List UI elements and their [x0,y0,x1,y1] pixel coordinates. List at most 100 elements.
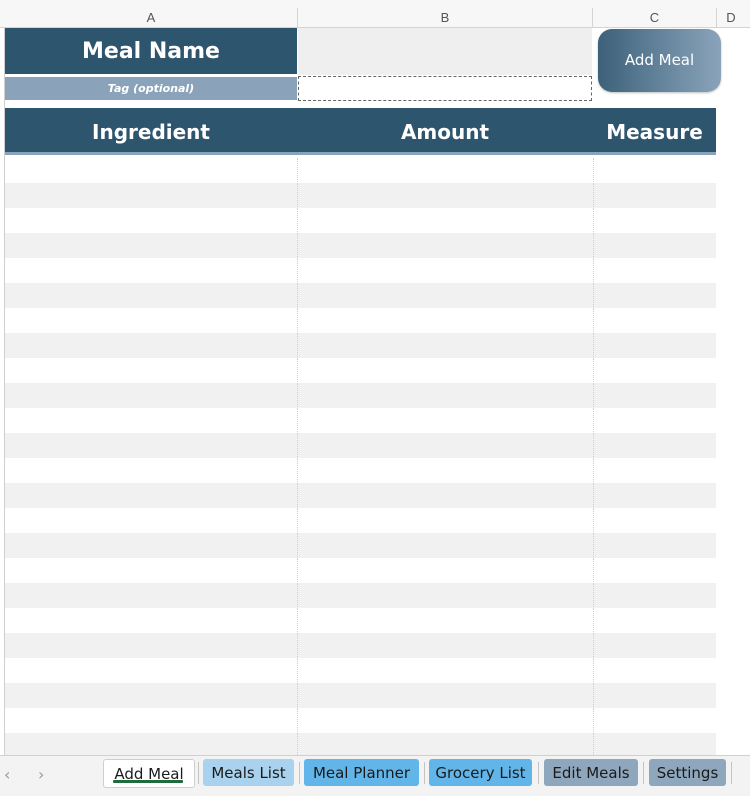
ingredient-cell[interactable] [5,283,297,308]
measure-cell[interactable] [593,733,716,755]
amount-cell[interactable] [297,433,594,459]
ingredient-cell[interactable] [5,158,297,183]
amount-cell[interactable] [297,633,594,659]
amount-cell[interactable] [297,733,594,755]
ingredient-cell[interactable] [5,258,297,283]
amount-cell[interactable] [297,508,594,534]
measure-cell[interactable] [593,608,716,634]
ingredient-cell[interactable] [5,683,297,708]
scroll-tabs-left-icon[interactable]: ‹ [4,765,10,784]
amount-cell[interactable] [297,458,594,484]
measure-cell[interactable] [593,233,716,259]
amount-cell[interactable] [297,408,594,434]
tab-edit-meals[interactable]: Edit Meals [544,759,638,786]
scroll-tabs-right-icon[interactable]: › [38,765,44,784]
tag-input[interactable] [298,76,592,101]
ingredient-cell[interactable] [5,408,297,433]
ingredient-cell[interactable] [5,208,297,233]
amount-cell[interactable] [297,183,594,209]
ingredient-cell[interactable] [5,708,297,733]
ingredient-cell[interactable] [5,383,297,408]
ingredient-cell[interactable] [5,583,297,608]
ingredient-cell[interactable] [5,558,297,583]
ingredient-row [5,308,716,334]
ingredient-cell[interactable] [5,658,297,683]
ingredient-row [5,508,716,534]
meal-name-input[interactable] [298,28,592,75]
measure-cell[interactable] [593,158,716,184]
amount-cell[interactable] [297,608,594,634]
measure-cell[interactable] [593,583,716,609]
measure-cell[interactable] [593,333,716,359]
add-meal-button[interactable]: Add Meal [598,29,721,92]
ingredient-cell[interactable] [5,358,297,383]
amount-cell[interactable] [297,358,594,384]
amount-cell[interactable] [297,583,594,609]
measure-cell[interactable] [593,558,716,584]
measure-cell[interactable] [593,283,716,309]
amount-cell[interactable] [297,308,594,334]
ingredient-cell[interactable] [5,308,297,333]
measure-cell[interactable] [593,533,716,559]
ingredient-cell[interactable] [5,333,297,358]
measure-cell[interactable] [593,383,716,409]
tab-add-meal[interactable]: Add Meal [103,759,195,788]
measure-cell[interactable] [593,408,716,434]
measure-cell[interactable] [593,258,716,284]
amount-cell[interactable] [297,658,594,684]
amount-cell[interactable] [297,258,594,284]
measure-cell[interactable] [593,708,716,734]
tab-settings[interactable]: Settings [649,759,726,786]
amount-cell[interactable] [297,708,594,734]
amount-cell[interactable] [297,533,594,559]
measure-cell[interactable] [593,658,716,684]
amount-cell[interactable] [297,383,594,409]
measure-cell[interactable] [593,433,716,459]
ingredient-cell[interactable] [5,483,297,508]
amount-cell[interactable] [297,208,594,234]
ingredient-cell[interactable] [5,433,297,458]
ingredient-row [5,183,716,209]
column-header-a[interactable]: A [5,0,297,28]
tab-meal-planner-label: Meal Planner [312,764,411,782]
amount-cell[interactable] [297,158,594,184]
ingredient-row [5,633,716,659]
amount-cell[interactable] [297,483,594,509]
measure-cell[interactable] [593,683,716,709]
measure-cell[interactable] [593,458,716,484]
tab-settings-label: Settings [656,764,719,782]
ingredient-cell[interactable] [5,233,297,258]
ingredient-row [5,558,716,584]
measure-cell[interactable] [593,308,716,334]
measure-cell[interactable] [593,508,716,534]
amount-cell[interactable] [297,333,594,359]
ingredient-cell[interactable] [5,458,297,483]
column-header-d[interactable]: D [717,0,745,28]
ingredient-cell[interactable] [5,533,297,558]
measure-cell[interactable] [593,208,716,234]
amount-cell[interactable] [297,558,594,584]
amount-cell[interactable] [297,233,594,259]
ingredient-row [5,658,716,684]
column-header-b[interactable]: B [298,0,592,28]
active-tab-indicator [113,780,183,783]
ingredient-cell[interactable] [5,633,297,658]
ingredient-cell[interactable] [5,183,297,208]
tab-meal-planner[interactable]: Meal Planner [304,759,419,786]
ingredient-cell[interactable] [5,733,297,755]
measure-cell[interactable] [593,358,716,384]
amount-cell[interactable] [297,683,594,709]
ingredient-cell[interactable] [5,508,297,533]
ingredient-cell[interactable] [5,608,297,633]
measure-cell[interactable] [593,483,716,509]
tab-grocery-list[interactable]: Grocery List [429,759,532,786]
ingredient-row [5,483,716,509]
column-header-c[interactable]: C [593,0,716,28]
measure-cell[interactable] [593,633,716,659]
measure-cell[interactable] [593,183,716,209]
meal-name-label: Meal Name [5,28,297,74]
amount-cell[interactable] [297,283,594,309]
sheet-tab-bar: ‹ › Add Meal Meals List Meal Planner Gro… [0,755,750,796]
tab-meals-list[interactable]: Meals List [203,759,294,786]
ingredient-row [5,583,716,609]
